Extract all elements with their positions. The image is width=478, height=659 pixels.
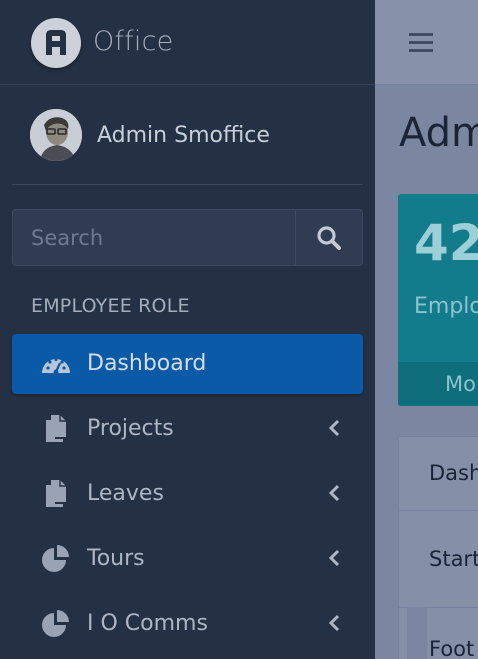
app-page: Office Admin Smoffice Search EMPLOYEE RO… — [0, 0, 478, 659]
chevron-left-icon — [328, 419, 340, 437]
pie-chart-icon — [42, 545, 69, 572]
employee-stat-box: 42 Emplo Mo — [398, 194, 478, 406]
panel-row[interactable]: Start — [399, 511, 478, 608]
search-input[interactable] — [13, 210, 293, 265]
user-name: Admin Smoffice — [97, 123, 270, 148]
sidebar-item-label: Tours — [87, 546, 145, 571]
sidebar-item-label: Projects — [87, 416, 174, 441]
sidebar-item-tours[interactable]: Tours — [12, 529, 363, 589]
search-button[interactable] — [295, 210, 362, 265]
main-content: Adm 42 Emplo Mo Dash Start Foot — [375, 0, 478, 659]
search-icon — [317, 226, 341, 250]
brand-name: Office — [93, 26, 174, 57]
copy-files-icon — [46, 415, 66, 442]
pie-chart-icon — [42, 610, 69, 637]
panel-row-label: Dash — [429, 461, 478, 485]
sidebar-item-leaves[interactable]: Leaves — [12, 464, 363, 524]
panel-row-label: Foot — [429, 637, 475, 659]
sidebar-item-projects[interactable]: Projects — [12, 399, 363, 459]
top-navbar — [375, 0, 478, 85]
panel-row-label: Start — [429, 547, 478, 571]
hamburger-menu-icon[interactable] — [409, 33, 433, 53]
sidebar-item-label: I O Comms — [87, 611, 208, 636]
panel-row[interactable]: Dash — [399, 437, 478, 511]
brand-logo-icon — [31, 18, 81, 68]
panel-row[interactable]: Foot — [399, 608, 478, 659]
stat-number: 42 — [414, 214, 478, 272]
sidebar-search-form — [12, 209, 363, 266]
user-panel[interactable]: Admin Smoffice — [12, 85, 363, 185]
sidebar: Office Admin Smoffice Search EMPLOYEE RO… — [0, 0, 375, 659]
sidebar-item-label: Dashboard — [87, 351, 207, 376]
chevron-left-icon — [328, 549, 340, 567]
dashboard-gauge-icon — [42, 357, 70, 375]
chevron-left-icon — [328, 484, 340, 502]
stat-more-info-link[interactable]: Mo — [398, 362, 478, 406]
sidebar-item-dashboard[interactable]: Dashboard — [12, 334, 363, 394]
brand-header[interactable]: Office — [0, 0, 375, 85]
sidebar-item-io-comms[interactable]: I O Comms — [12, 594, 363, 654]
sidebar-item-label: Leaves — [87, 481, 164, 506]
sidebar-section-header: EMPLOYEE ROLE — [31, 295, 190, 317]
copy-files-icon — [46, 480, 66, 507]
page-title: Adm — [399, 110, 478, 156]
dashboard-panel: Dash Start Foot — [398, 436, 478, 659]
stat-label: Emplo — [414, 294, 478, 319]
user-avatar — [30, 109, 82, 161]
stat-footer-label: Mo — [445, 372, 476, 396]
chevron-left-icon — [328, 614, 340, 632]
